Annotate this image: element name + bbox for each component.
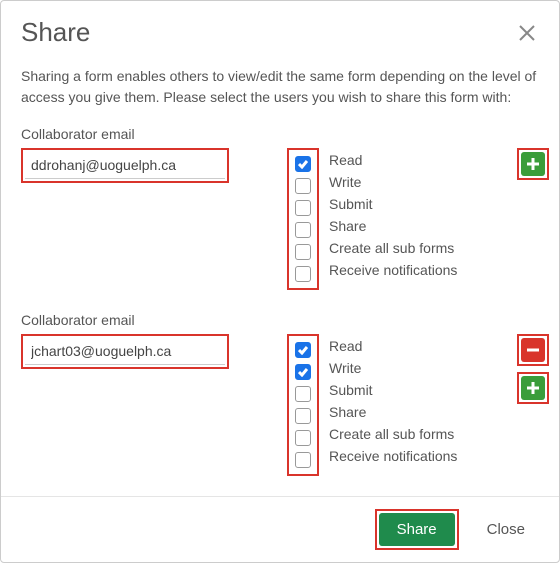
plus-icon[interactable] (521, 152, 545, 176)
email-field[interactable] (25, 152, 225, 179)
checkbox-create-subforms[interactable] (295, 244, 311, 260)
perm-label: Share (329, 404, 457, 420)
highlight-box (287, 334, 319, 476)
checkbox-stack (291, 338, 315, 472)
checkbox-submit[interactable] (295, 200, 311, 216)
collaborator-block: Collaborator email (21, 312, 553, 476)
highlight-box (517, 334, 549, 366)
permission-labels: Read Write Submit Share Create all sub f… (329, 334, 457, 468)
share-button[interactable]: Share (379, 513, 455, 546)
highlight-box (287, 148, 319, 290)
checkbox-write[interactable] (295, 178, 311, 194)
perm-label: Write (329, 360, 457, 376)
checkbox-share[interactable] (295, 408, 311, 424)
checkbox-submit[interactable] (295, 386, 311, 402)
checkbox-receive-notifications[interactable] (295, 452, 311, 468)
perm-label: Submit (329, 196, 457, 212)
modal-header: Share (1, 1, 559, 58)
action-buttons (517, 334, 553, 404)
permissions-column: Read Write Submit Share Create all sub f… (287, 334, 457, 476)
close-button[interactable]: Close (469, 513, 543, 546)
permissions-column: Read Write Submit Share Create all sub f… (287, 148, 457, 290)
description-text: Sharing a form enables others to view/ed… (21, 66, 553, 108)
checkbox-write[interactable] (295, 364, 311, 380)
highlight-box (21, 148, 229, 183)
close-icon[interactable] (515, 21, 539, 45)
action-buttons (517, 148, 553, 180)
perm-label: Share (329, 218, 457, 234)
collaborator-email-label: Collaborator email (21, 312, 553, 328)
checkbox-create-subforms[interactable] (295, 430, 311, 446)
permission-labels: Read Write Submit Share Create all sub f… (329, 148, 457, 282)
perm-label: Create all sub forms (329, 426, 457, 442)
checkbox-stack (291, 152, 315, 286)
modal-footer: Share Close (1, 496, 559, 562)
collaborator-row: Read Write Submit Share Create all sub f… (21, 334, 553, 476)
email-field[interactable] (25, 338, 225, 365)
modal-title: Share (21, 17, 90, 48)
collaborator-row: Read Write Submit Share Create all sub f… (21, 148, 553, 290)
collaborator-block: Collaborator email (21, 126, 553, 290)
collaborator-email-label: Collaborator email (21, 126, 553, 142)
minus-icon[interactable] (521, 338, 545, 362)
highlight-box: Share (375, 509, 459, 550)
checkbox-read[interactable] (295, 156, 311, 172)
highlight-box (21, 334, 229, 369)
checkbox-share[interactable] (295, 222, 311, 238)
share-modal: Share Sharing a form enables others to v… (0, 0, 560, 563)
perm-label: Write (329, 174, 457, 190)
perm-label: Read (329, 338, 457, 354)
perm-label: Submit (329, 382, 457, 398)
perm-label: Create all sub forms (329, 240, 457, 256)
perm-label: Receive notifications (329, 448, 457, 464)
highlight-box (517, 372, 549, 404)
checkbox-receive-notifications[interactable] (295, 266, 311, 282)
highlight-box (517, 148, 549, 180)
plus-icon[interactable] (521, 376, 545, 400)
perm-label: Receive notifications (329, 262, 457, 278)
perm-label: Read (329, 152, 457, 168)
modal-body[interactable]: Sharing a form enables others to view/ed… (1, 58, 559, 496)
checkbox-read[interactable] (295, 342, 311, 358)
